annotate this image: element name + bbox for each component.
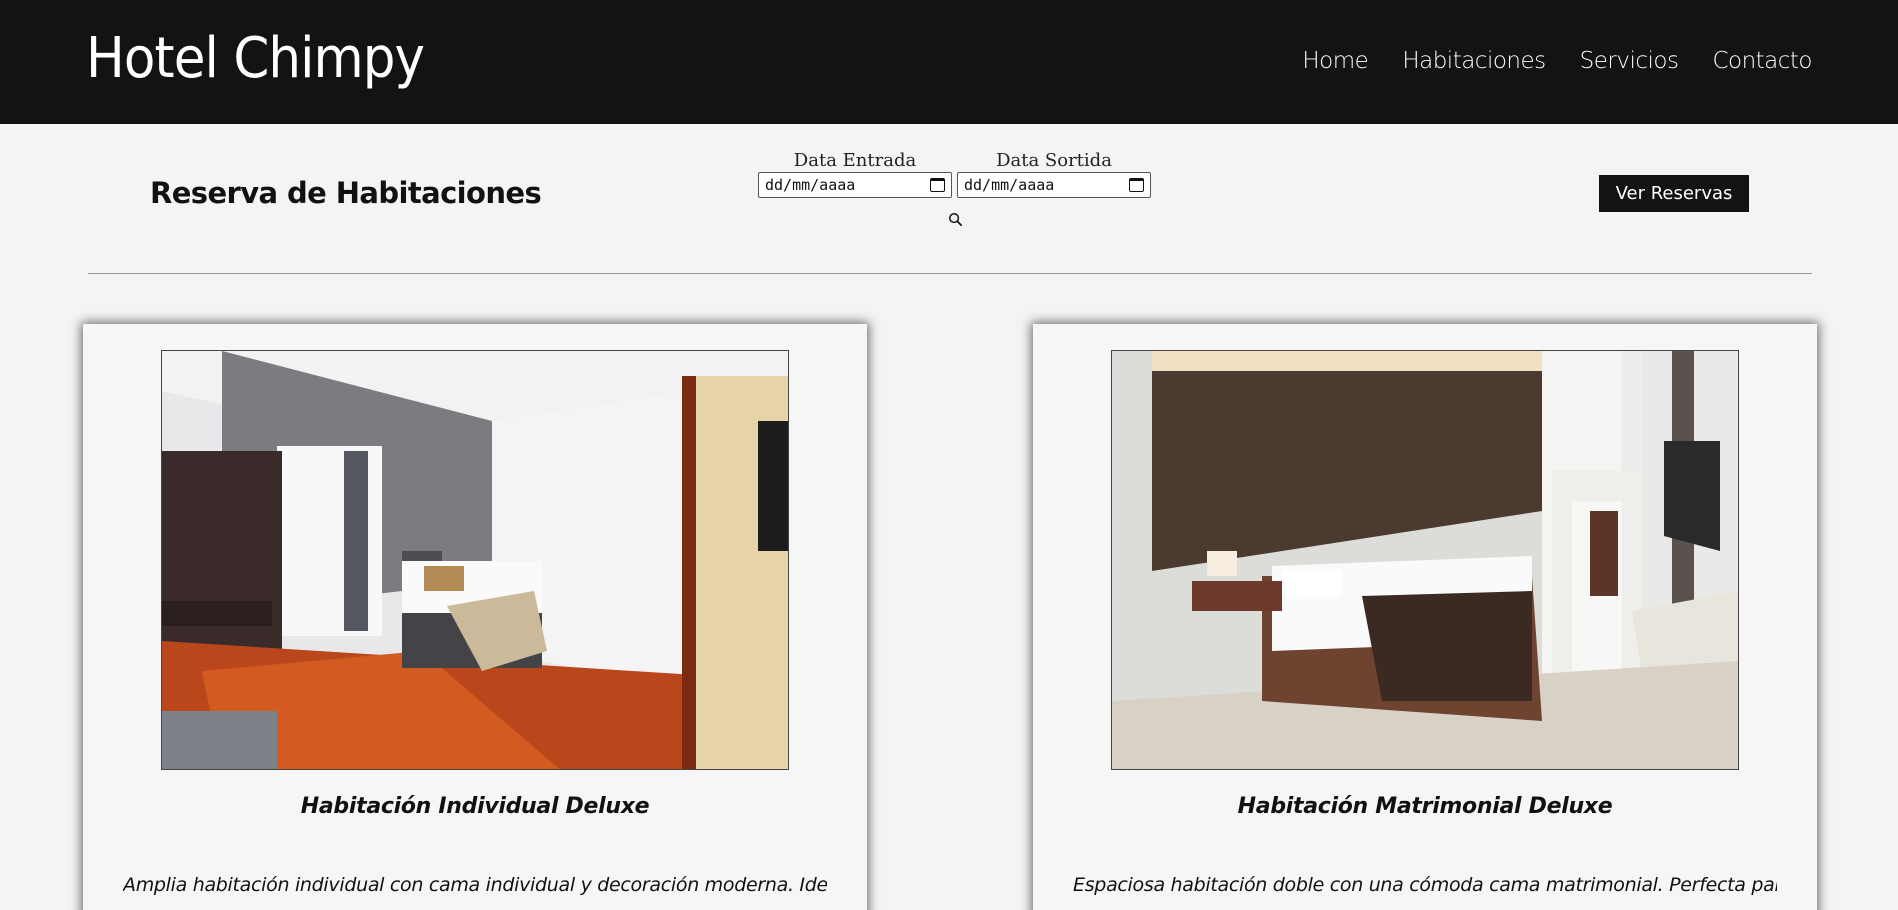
check-in-group: Data Entrada dd/mm/aaaa [758,150,952,198]
reservation-title: Reserva de Habitaciones [150,176,542,210]
check-in-date-input[interactable]: dd/mm/aaaa [758,172,952,198]
check-out-date-input[interactable]: dd/mm/aaaa [957,172,1151,198]
check-in-label: Data Entrada [793,150,917,171]
check-out-date-value: dd/mm/aaaa [964,176,1055,194]
main-nav: Home Habitaciones Servicios Contacto [1302,48,1812,74]
calendar-icon[interactable] [1129,178,1144,192]
nav-contacto[interactable]: Contacto [1712,48,1812,74]
room-title: Habitación Individual Deluxe [300,794,650,819]
view-reservations-button[interactable]: Ver Reservas [1599,175,1749,212]
room-photo-double [1111,350,1739,770]
room-description: Amplia habitación individual con cama in… [123,874,827,896]
room-card: Habitación Matrimonial Deluxe Espaciosa … [1033,324,1817,910]
room-card: Habitación Individual Deluxe Amplia habi… [83,324,867,910]
calendar-icon[interactable] [930,178,945,192]
room-photo-image [1112,351,1738,769]
room-description: Espaciosa habitación doble con una cómod… [1073,874,1777,896]
brand-logo[interactable]: Hotel Chimpy [86,26,425,91]
room-title: Habitación Matrimonial Deluxe [1237,794,1613,819]
nav-home[interactable]: Home [1302,48,1368,74]
nav-servicios[interactable]: Servicios [1580,48,1679,74]
search-button[interactable] [946,210,964,228]
room-photo-image [162,351,788,769]
nav-habitaciones[interactable]: Habitaciones [1402,48,1546,74]
section-divider [88,273,1812,274]
search-icon [948,212,962,226]
room-photo-single [161,350,789,770]
check-in-date-value: dd/mm/aaaa [765,176,856,194]
site-header: Hotel Chimpy Home Habitaciones Servicios… [0,0,1898,124]
check-out-group: Data Sortida dd/mm/aaaa [957,150,1151,198]
check-out-label: Data Sortida [996,150,1112,171]
